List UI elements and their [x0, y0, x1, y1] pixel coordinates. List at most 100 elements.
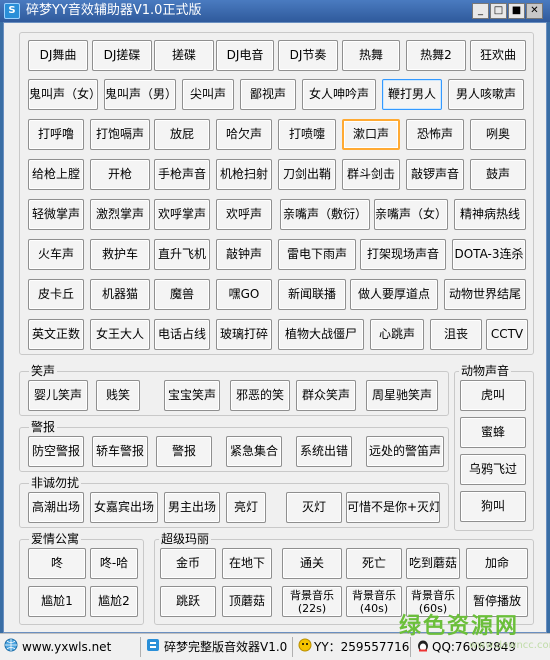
alarm-sound-button[interactable]: 防空警报 — [28, 436, 84, 467]
animal-sound-button[interactable]: 蜜蜂 — [460, 417, 526, 448]
sound-button[interactable]: 植物大战僵尸 — [278, 319, 364, 350]
sound-button[interactable]: 敲锣声音 — [406, 159, 464, 190]
sound-button[interactable]: 女人呻吟声 — [302, 79, 376, 110]
sound-button[interactable]: 英文正数 — [28, 319, 84, 350]
maximize-button[interactable]: ■ — [508, 3, 525, 19]
sound-button[interactable]: DJ搓碟 — [92, 40, 152, 71]
sound-button[interactable]: 新闻联播 — [278, 279, 346, 310]
close-button[interactable]: ✕ — [526, 3, 543, 19]
alarm-sound-button[interactable]: 警报 — [156, 436, 212, 467]
sound-button[interactable]: 机器猫 — [90, 279, 150, 310]
sound-button[interactable]: 欢呼掌声 — [154, 199, 210, 230]
sound-button[interactable]: 哈欠声 — [216, 119, 272, 150]
sound-button[interactable]: CCTV — [486, 319, 528, 350]
sound-button[interactable]: 激烈掌声 — [90, 199, 150, 230]
sound-button[interactable]: 搓碟 — [154, 40, 214, 71]
sound-button[interactable]: 嘿GO — [216, 279, 272, 310]
animal-sound-button[interactable]: 虎叫 — [460, 380, 526, 411]
sound-button[interactable]: 给枪上膛 — [28, 159, 84, 190]
mario-sound-button[interactable]: 跳跃 — [160, 586, 216, 617]
sound-button[interactable]: 动物世界结尾 — [444, 279, 526, 310]
sound-button[interactable]: 打呼噜 — [28, 119, 84, 150]
love-sound-button[interactable]: 咚 — [28, 548, 86, 579]
sound-button[interactable]: 尖叫声 — [182, 79, 234, 110]
sound-button[interactable]: DJ舞曲 — [28, 40, 88, 71]
laugh-sound-button[interactable]: 婴儿笑声 — [28, 380, 88, 411]
dating-sound-button[interactable]: 女嘉宾出场 — [90, 492, 158, 523]
sound-button[interactable]: 放屁 — [154, 119, 210, 150]
mario-bgm-button[interactable]: 背景音乐 (40s) — [346, 586, 402, 617]
alarm-sound-button[interactable]: 远处的警笛声 — [366, 436, 444, 467]
sound-button[interactable]: 鼓声 — [470, 159, 526, 190]
love-sound-button[interactable]: 尴尬2 — [90, 586, 138, 617]
title-bar[interactable]: S 碎梦YY音效辅助器V1.0正式版 _ □ ■ ✕ — [0, 0, 550, 22]
sound-button[interactable]: 火车声 — [28, 239, 84, 270]
sound-button[interactable]: 沮丧 — [430, 319, 482, 350]
alarm-sound-button[interactable]: 系统出错 — [296, 436, 352, 467]
sound-button[interactable]: DJ节奏 — [278, 40, 338, 71]
sound-button[interactable]: 心跳声 — [370, 319, 424, 350]
sound-button[interactable]: 鄙视声 — [240, 79, 296, 110]
restore-button[interactable]: □ — [490, 3, 507, 19]
sound-button[interactable]: 亲嘴声（敷衍） — [280, 199, 370, 230]
sound-button[interactable]: 开枪 — [90, 159, 150, 190]
dating-sound-button[interactable]: 男主出场 — [164, 492, 220, 523]
sound-button[interactable]: 狂欢曲 — [470, 40, 526, 71]
sound-button[interactable]: 欢呼声 — [216, 199, 272, 230]
sound-button[interactable]: 玻璃打碎 — [216, 319, 272, 350]
sound-button[interactable]: 机枪扫射 — [216, 159, 272, 190]
stop-playback-button[interactable]: 暂停播放 — [466, 586, 528, 617]
sound-button[interactable]: 精神病热线 — [454, 199, 526, 230]
dating-sound-button[interactable]: 亮灯 — [226, 492, 266, 523]
sound-button[interactable]: 手枪声音 — [154, 159, 210, 190]
sound-button[interactable]: 救护车 — [90, 239, 150, 270]
sound-button[interactable]: 鬼叫声（女） — [28, 79, 98, 110]
sound-button[interactable]: 热舞 — [342, 40, 400, 71]
mario-sound-button[interactable]: 吃到蘑菇 — [406, 548, 460, 579]
mario-sound-button[interactable]: 死亡 — [346, 548, 402, 579]
animal-sound-button[interactable]: 狗叫 — [460, 491, 526, 522]
alarm-sound-button[interactable]: 轿车警报 — [92, 436, 148, 467]
minimize-button[interactable]: _ — [472, 3, 489, 19]
sound-button[interactable]: 雷电下雨声 — [278, 239, 356, 270]
mario-sound-button[interactable]: 顶蘑菇 — [222, 586, 272, 617]
sound-button[interactable]: 刀剑出鞘 — [278, 159, 336, 190]
mario-sound-button[interactable]: 金币 — [160, 548, 216, 579]
sound-button[interactable]: DJ电音 — [216, 40, 274, 71]
sound-button[interactable]: 打喷嚏 — [278, 119, 336, 150]
sound-button[interactable]: 皮卡丘 — [28, 279, 84, 310]
sound-button[interactable]: 漱口声 — [342, 119, 400, 150]
sound-button[interactable]: 群斗剑击 — [342, 159, 400, 190]
alarm-sound-button[interactable]: 紧急集合 — [226, 436, 282, 467]
sound-button[interactable]: 直升飞机 — [154, 239, 210, 270]
mario-sound-button[interactable]: 加命 — [466, 548, 528, 579]
sound-button[interactable]: DOTA-3连杀 — [452, 239, 526, 270]
sound-button[interactable]: 热舞2 — [406, 40, 466, 71]
sound-button[interactable]: 男人咳嗽声 — [448, 79, 524, 110]
sound-button[interactable]: 女王大人 — [90, 319, 150, 350]
sound-button[interactable]: 电话占线 — [154, 319, 210, 350]
sound-button[interactable]: 敲钟声 — [216, 239, 272, 270]
sound-button[interactable]: 咧奥 — [470, 119, 526, 150]
animal-sound-button[interactable]: 乌鸦飞过 — [460, 454, 526, 485]
dating-sound-button[interactable]: 高潮出场 — [28, 492, 84, 523]
laugh-sound-button[interactable]: 周星驰笑声 — [366, 380, 438, 411]
laugh-sound-button[interactable]: 宝宝笑声 — [164, 380, 220, 411]
love-sound-button[interactable]: 咚-哈 — [90, 548, 138, 579]
sound-button[interactable]: 亲嘴声（女） — [374, 199, 448, 230]
mario-sound-button[interactable]: 通关 — [282, 548, 342, 579]
dating-sound-button[interactable]: 灭灯 — [286, 492, 342, 523]
laugh-sound-button[interactable]: 贱笑 — [96, 380, 140, 411]
mario-bgm-button[interactable]: 背景音乐 (22s) — [282, 586, 342, 617]
mario-sound-button[interactable]: 在地下 — [222, 548, 272, 579]
sound-button[interactable]: 鞭打男人 — [382, 79, 442, 110]
sound-button[interactable]: 打架现场声音 — [360, 239, 446, 270]
laugh-sound-button[interactable]: 邪恶的笑 — [230, 380, 290, 411]
love-sound-button[interactable]: 尴尬1 — [28, 586, 86, 617]
mario-bgm-button[interactable]: 背景音乐 (60s) — [406, 586, 460, 617]
sound-button[interactable]: 打饱嗝声 — [90, 119, 150, 150]
sound-button[interactable]: 做人要厚道点 — [350, 279, 438, 310]
sound-button[interactable]: 鬼叫声（男） — [104, 79, 176, 110]
sound-button[interactable]: 魔兽 — [154, 279, 210, 310]
sound-button[interactable]: 轻微掌声 — [28, 199, 84, 230]
